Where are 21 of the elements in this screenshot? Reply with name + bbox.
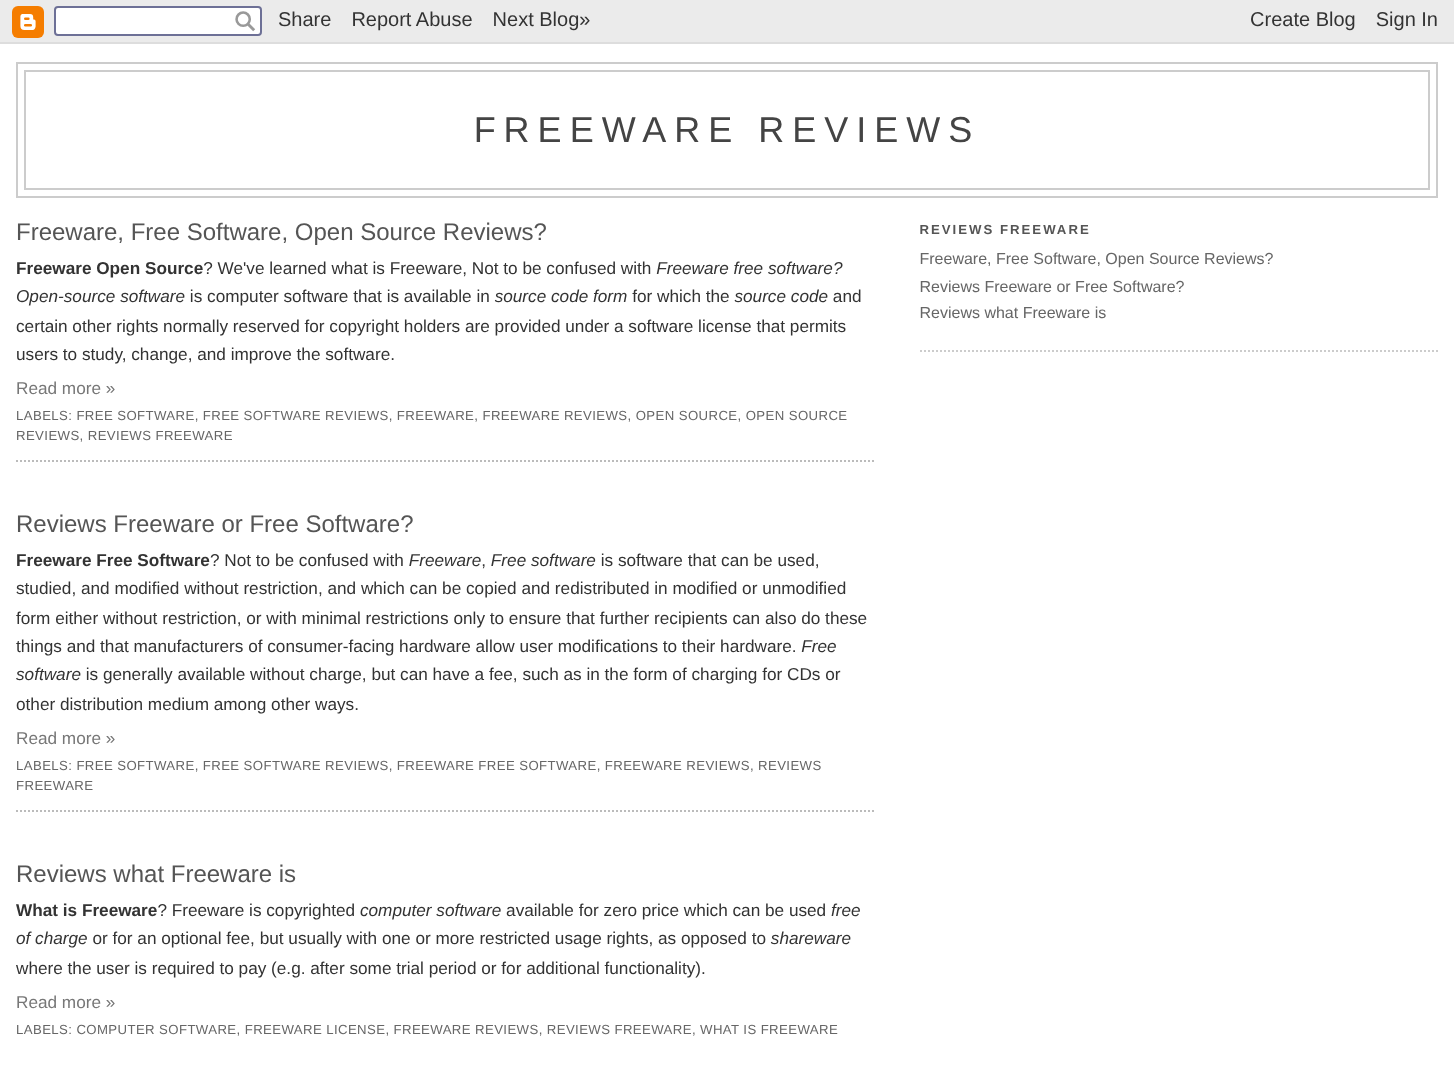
navbar-link[interactable]: Next Blog» [492, 10, 591, 32]
navbar-link[interactable]: Create Blog [1250, 10, 1356, 32]
blog-title[interactable]: FREEWARE REVIEWS [473, 109, 981, 151]
post-body: What is Freeware? Freeware is copyrighted computer software available for zero price which can be used free of charge or for an optional fee, but usually with one or more restricted usage rights, as opposed to shareware where the user is required to pay (e.g. after some trial period or for additional functionality). [16, 897, 863, 982]
post-title[interactable]: Freeware, Free Software, Open Source Reviews? [16, 218, 874, 246]
read-more-link[interactable]: Read more » [16, 727, 874, 748]
blogger-logo-icon[interactable] [12, 5, 44, 37]
search-icon[interactable] [234, 10, 256, 32]
sidebar-link[interactable]: Reviews Freeware or Free Software? [919, 273, 1438, 300]
sidebar-link[interactable]: Freeware, Free Software, Open Source Reviews? [919, 246, 1438, 273]
read-more-link[interactable]: Read more » [16, 378, 874, 399]
post-body: Freeware Open Source? We've learned what is Freeware, Not to be confused with Freeware free software? Open-source software is computer software that is available in source code form for which the source code and certain other rights normally reserved for copyright holders are provided under a software license that permits users to study, change, and improve the software. [16, 256, 864, 368]
read-more-link[interactable]: Read more » [16, 991, 874, 1012]
search-field[interactable] [54, 6, 262, 36]
post-body: Freeware Free Software? Not to be confused with Freeware, Free software is software that can be used, studied, and modified without restriction, and which can be copied and redistributed in modified or unmodified form either without restriction, or with minimal restrictions only to ensure that further recipients can also do these things and that manufacturers of consumer-facing hardware allow user modifications to their hardware. Free software is generally available without charge, but can have a fee, such as in the form of charging for CDs or other distribution medium among other ways. [16, 548, 870, 718]
post-title[interactable]: Reviews Freeware or Free Software? [16, 510, 874, 539]
navbar-link[interactable]: Report Abuse [351, 10, 473, 32]
sidebar-link[interactable]: Reviews what Freeware is [919, 300, 1438, 327]
navbar-link[interactable]: Sign In [1375, 10, 1438, 32]
navbar-link[interactable]: Share [278, 10, 332, 32]
post-title[interactable]: Reviews what Freeware is [16, 859, 874, 888]
